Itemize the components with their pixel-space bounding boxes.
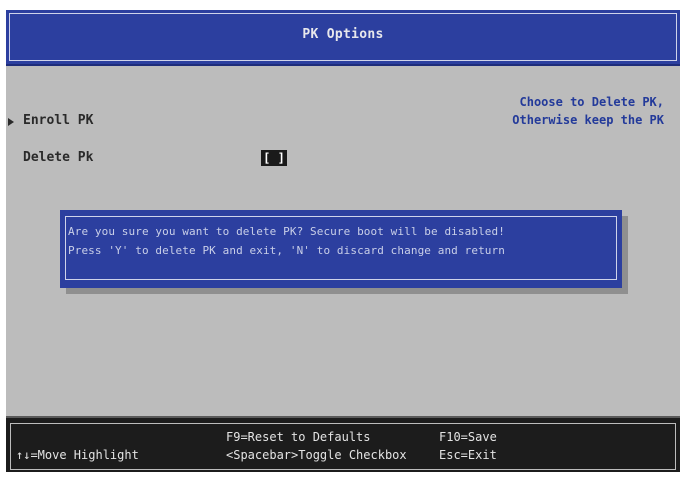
dialog-message-line-2: Press 'Y' to delete PK and exit, 'N' to … xyxy=(68,244,505,257)
move-highlight-hint: ↑↓=Move Highlight xyxy=(16,448,139,462)
enroll-pk-item[interactable]: Enroll PK xyxy=(23,113,93,128)
help-line-2: Otherwise keep the PK xyxy=(512,113,664,127)
help-text: Choose to Delete PK, Otherwise keep the … xyxy=(464,93,664,129)
page-title: PK Options xyxy=(302,27,384,42)
submenu-arrow-icon xyxy=(8,118,14,126)
content-area: Enroll PK Delete Pk [ ] Choose to Delete… xyxy=(6,66,680,412)
toggle-checkbox-hint: <Spacebar>Toggle Checkbox xyxy=(226,448,407,462)
key-help-footer: ↑↓=Move Highlight F9=Reset to Defaults <… xyxy=(6,416,680,472)
dialog-message-line-1: Are you sure you want to delete PK? Secu… xyxy=(68,225,505,238)
save-hint: F10=Save xyxy=(439,430,497,444)
reset-defaults-hint: F9=Reset to Defaults xyxy=(226,430,371,444)
exit-hint: Esc=Exit xyxy=(439,448,497,462)
delete-pk-checkbox[interactable]: [ ] xyxy=(261,150,287,166)
bios-screen: PK Options Enroll PK Delete Pk [ ] Choos… xyxy=(6,10,680,472)
help-line-1: Choose to Delete PK, xyxy=(519,95,665,109)
title-bar: PK Options xyxy=(6,10,680,66)
delete-pk-item[interactable]: Delete Pk xyxy=(23,150,93,165)
confirm-dialog[interactable]: Are you sure you want to delete PK? Secu… xyxy=(60,210,622,288)
